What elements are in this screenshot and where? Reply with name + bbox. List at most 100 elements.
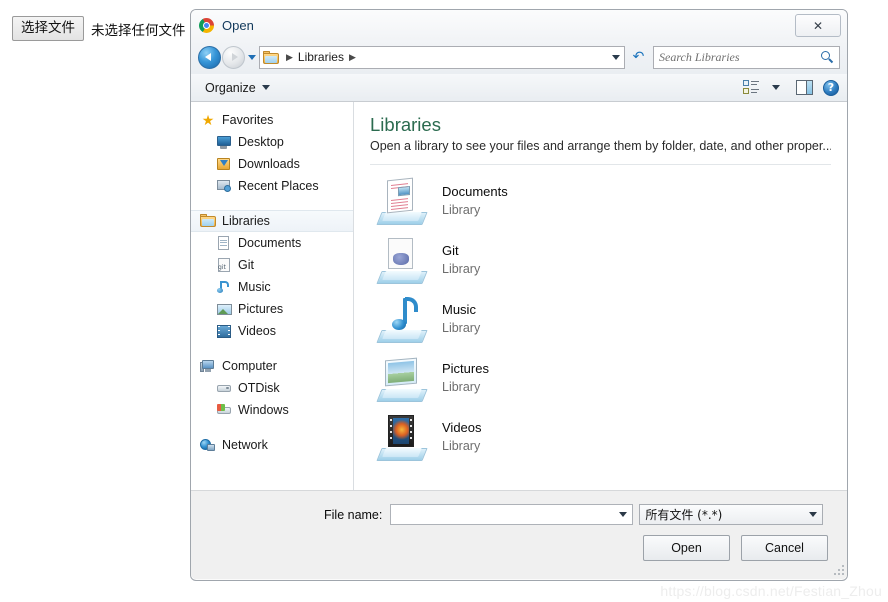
item-kind: Library xyxy=(442,438,481,453)
filename-input[interactable] xyxy=(390,504,634,525)
toolbar-right-group: ? xyxy=(743,79,839,96)
downloads-folder-icon xyxy=(216,157,232,172)
dialog-buttons: Open Cancel xyxy=(643,535,828,561)
list-item[interactable]: Pictures Library xyxy=(370,348,831,407)
open-button[interactable]: Open xyxy=(643,535,730,561)
search-input[interactable]: Search Libraries xyxy=(659,50,821,65)
pictures-library-icon xyxy=(376,354,428,402)
dialog-body: ★ Favorites Desktop Downloads Recent Pla… xyxy=(191,102,847,490)
item-kind: Library xyxy=(442,261,481,276)
search-box[interactable]: Search Libraries xyxy=(653,45,840,69)
sidebar-item-desktop[interactable]: Desktop xyxy=(191,131,353,153)
sidebar-label: Recent Places xyxy=(238,179,319,193)
change-view-dropdown-button[interactable] xyxy=(764,85,788,90)
open-file-dialog: Open ✕ ▶ Libraries ▶ ↶ Search Libraries … xyxy=(190,9,848,581)
computer-icon xyxy=(200,359,216,374)
library-list: Documents Library Git Library Music Libr… xyxy=(370,171,831,466)
dialog-toolbar: Organize ? xyxy=(191,74,847,102)
dialog-titlebar[interactable]: Open ✕ xyxy=(191,10,847,40)
item-kind: Library xyxy=(442,320,481,335)
file-list-pane: Libraries Open a library to see your fil… xyxy=(354,102,847,490)
sidebar-label: Favorites xyxy=(222,113,274,127)
sidebar-item-favorites[interactable]: ★ Favorites xyxy=(191,109,353,131)
breadcrumb-separator: ▶ xyxy=(286,51,293,62)
chevron-down-icon xyxy=(612,54,620,60)
address-dropdown-button[interactable] xyxy=(606,54,620,60)
music-note-icon xyxy=(216,280,232,295)
item-name: Videos xyxy=(442,419,482,435)
sidebar-item-recent-places[interactable]: Recent Places xyxy=(191,175,353,197)
sidebar-label: Windows xyxy=(238,403,289,417)
list-item[interactable]: Videos Library xyxy=(370,407,831,466)
sidebar-label: Libraries xyxy=(222,214,270,228)
documents-library-icon xyxy=(376,177,428,225)
sidebar-label: Documents xyxy=(238,236,302,250)
choose-file-button[interactable]: 选择文件 xyxy=(12,16,84,41)
dialog-footer: File name: 所有文件 (*.*) Open Cancel xyxy=(191,490,847,577)
item-name: Git xyxy=(442,242,459,258)
sidebar-item-downloads[interactable]: Downloads xyxy=(191,153,353,175)
filetype-select[interactable]: 所有文件 (*.*) xyxy=(639,504,824,525)
dialog-title: Open xyxy=(222,17,254,33)
help-icon[interactable]: ? xyxy=(823,79,839,96)
close-button[interactable]: ✕ xyxy=(795,14,841,37)
sidebar-item-pictures[interactable]: Pictures xyxy=(191,298,353,320)
chevron-down-icon xyxy=(261,85,270,90)
sidebar-label: Downloads xyxy=(238,157,300,171)
sidebar-item-videos[interactable]: Videos xyxy=(191,320,353,342)
sidebar-item-otdisk[interactable]: OTDisk xyxy=(191,377,353,399)
sidebar-item-computer[interactable]: Computer xyxy=(191,355,353,377)
music-library-icon xyxy=(376,295,428,343)
change-view-icon[interactable] xyxy=(743,80,759,95)
filetype-value: 所有文件 (*.*) xyxy=(645,508,723,522)
navigation-bar: ▶ Libraries ▶ ↶ Search Libraries xyxy=(191,40,847,74)
sidebar-item-network[interactable]: Network xyxy=(191,434,353,456)
filename-row: File name: 所有文件 (*.*) xyxy=(191,504,847,525)
organize-button[interactable]: Organize xyxy=(199,79,276,97)
sidebar-item-music[interactable]: Music xyxy=(191,276,353,298)
breadcrumb-item-libraries[interactable]: Libraries xyxy=(298,50,344,64)
preview-pane-icon[interactable] xyxy=(796,80,813,95)
videos-library-icon xyxy=(376,413,428,461)
chevron-down-icon[interactable] xyxy=(809,512,818,517)
resize-grip[interactable] xyxy=(832,563,844,575)
sidebar-label: Pictures xyxy=(238,302,284,316)
item-kind: Library xyxy=(442,202,481,217)
chevron-down-icon xyxy=(248,54,256,60)
folder-icon xyxy=(263,50,279,64)
sidebar-item-documents[interactable]: Documents xyxy=(191,232,353,254)
address-bar[interactable]: ▶ Libraries ▶ xyxy=(259,45,625,69)
refresh-icon: ↶ xyxy=(632,49,645,65)
filmstrip-icon xyxy=(216,324,232,339)
sidebar-label: OTDisk xyxy=(238,381,280,395)
picture-icon xyxy=(216,302,232,317)
sidebar-item-windows[interactable]: Windows xyxy=(191,399,353,421)
forward-arrow-icon[interactable] xyxy=(222,45,245,69)
sidebar-label: Music xyxy=(238,280,271,294)
list-item[interactable]: Documents Library xyxy=(370,171,831,230)
organize-label: Organize xyxy=(205,80,256,95)
item-name: Pictures xyxy=(442,360,489,376)
star-icon: ★ xyxy=(201,111,215,128)
chrome-icon xyxy=(199,17,214,33)
network-globe-icon xyxy=(200,438,216,453)
recent-locations-button[interactable] xyxy=(245,46,259,69)
divider xyxy=(370,164,831,165)
list-item[interactable]: Git Library xyxy=(370,230,831,289)
filename-label: File name: xyxy=(324,507,383,522)
page-title: Libraries xyxy=(370,114,441,135)
sidebar-item-libraries[interactable]: Libraries xyxy=(191,210,353,232)
sidebar-item-git[interactable]: git Git xyxy=(191,254,353,276)
chevron-down-icon[interactable] xyxy=(619,512,628,517)
back-arrow-icon[interactable] xyxy=(198,45,221,69)
refresh-button[interactable]: ↶ xyxy=(628,46,649,69)
windows-drive-icon xyxy=(216,403,232,418)
watermark: https://blog.csdn.net/Festian_Zhou xyxy=(660,583,882,599)
cancel-button[interactable]: Cancel xyxy=(741,535,828,561)
list-item[interactable]: Music Library xyxy=(370,289,831,348)
git-icon: git xyxy=(216,258,232,273)
page-subtitle: Open a library to see your files and arr… xyxy=(370,139,831,153)
